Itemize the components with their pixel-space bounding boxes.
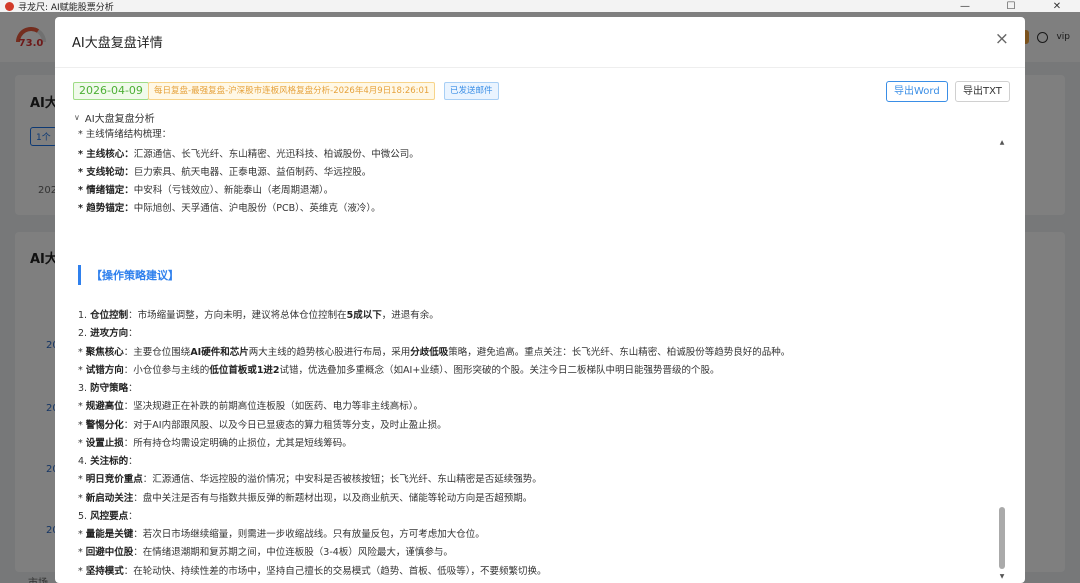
window-close-button[interactable]: ✕: [1034, 0, 1080, 12]
review-detail-modal: AI大盘复盘详情 × 2026-04-09 每日复盘-最强复盘-沪深股市连板风格…: [55, 17, 1025, 583]
strategy-line: * 规避高位：坚决规避正在补跌的前期高位连板股（如医药、电力等非主线高标）。: [78, 401, 424, 413]
strategy-line: * 警惕分化：对于AI内部跟风股、以及今日已显疲态的算力租赁等分支，及时止盈止损…: [78, 419, 447, 431]
analysis-content-scroll[interactable]: * 主线情绪结构梳理： * 主线核心：汇源通信、长飞光纤、东山精密、光迅科技、柏…: [73, 128, 1010, 583]
strategy-line: 5. 风控要点：: [78, 510, 138, 522]
branch-line-item: * 支线轮动：巨力索具、航天电器、正泰电源、益佰制药、华远控股。: [78, 167, 372, 178]
export-txt-button[interactable]: 导出TXT: [955, 81, 1010, 102]
strategy-line: * 试错方向：小仓位参与主线的低位首板或1进2试错，优选叠加多重概念（如AI+业…: [78, 364, 720, 376]
mail-sent-badge: 已发送邮件: [444, 82, 499, 100]
strategy-line: * 量能是关键：若次日市场继续缩量，则需进一步收缩战线。只有放量反包，方可考虑加…: [78, 529, 485, 540]
strategy-heading: 【操作策略建议】: [78, 265, 179, 285]
chevron-down-icon: ∨: [74, 113, 80, 122]
strategy-line: * 回避中位股：在情绪退潮期和复苏期之间，中位连板股（3-4板）风险最大，谨慎参…: [78, 547, 453, 559]
close-icon[interactable]: ×: [995, 29, 1009, 49]
scroll-down-icon[interactable]: ▼: [998, 573, 1006, 581]
strategy-title: 【操作策略建议】: [91, 269, 179, 282]
window-controls: — ☐ ✕: [942, 0, 1080, 12]
report-title-tag: 每日复盘-最强复盘-沪深股市连板风格复盘分析-2026年4月9日18:26:01: [148, 82, 436, 100]
strategy-line: 3. 防守策略：: [78, 383, 138, 394]
window-title: 寻龙尺: AI赋能股票分析: [18, 2, 114, 13]
content-scrollbar[interactable]: ▲ ▼: [998, 139, 1006, 581]
strategy-line: * 聚焦核心：主要仓位围绕AI硬件和芯片两大主线的趋势核心股进行布局，采用分歧低…: [78, 346, 791, 358]
strategy-line: * 设置止损：所有持仓均需设定明确的止损位，尤其是短线筹码。: [78, 437, 352, 449]
maximize-button[interactable]: ☐: [988, 0, 1034, 12]
analysis-collapse-header[interactable]: ∨ AI大盘复盘分析: [74, 110, 155, 125]
date-tag: 2026-04-09: [73, 82, 149, 100]
strategy-line: * 新启动关注：盘中关注是否有与指数共振反弹的新题材出现，以及商业航天、储能等轮…: [78, 492, 533, 504]
window-title-bar: 寻龙尺: AI赋能股票分析 — ☐ ✕: [0, 0, 1080, 13]
strategy-line: 1. 仓位控制：市场缩量调整，方向未明，建议将总体仓位控制在5成以下，进退有余。: [78, 310, 439, 321]
scrollbar-thumb[interactable]: [999, 507, 1005, 569]
strategy-line: 2. 进攻方向：: [78, 328, 138, 340]
scroll-up-icon[interactable]: ▲: [998, 139, 1006, 147]
modal-title: AI大盘复盘详情: [72, 36, 163, 51]
trend-anchor-item: * 趋势锚定：中际旭创、天孚通信、沪电股份（PCB）、英维克（液冷）。: [78, 203, 381, 214]
sentiment-anchor-item: * 情绪锚定：中安科（亏钱效应）、新能泰山（老周期退潮）。: [78, 185, 334, 196]
modal-divider: [55, 67, 1025, 68]
clipped-line: * 主线情绪结构梳理：: [78, 129, 172, 140]
minimize-button[interactable]: —: [942, 0, 988, 12]
app-logo-icon: [5, 1, 14, 11]
heading-accent-bar: [78, 265, 81, 285]
strategy-line: * 明日竞价重点：汇源通信、华远控股的溢价情况；中安科是否被核按钮；长飞光纤、东…: [78, 474, 542, 486]
strategy-line: * 坚持模式：在轮动快、持续性差的市场中，坚持自己擅长的交易模式（趋势、首板、低…: [78, 565, 547, 577]
analysis-section-title: AI大盘复盘分析: [84, 114, 155, 125]
main-line-item: * 主线核心：汇源通信、长飞光纤、东山精密、光迅科技、柏诚股份、中微公司。: [78, 149, 419, 160]
export-word-button[interactable]: 导出Word: [886, 81, 948, 102]
strategy-line: 4. 关注标的：: [78, 456, 138, 467]
